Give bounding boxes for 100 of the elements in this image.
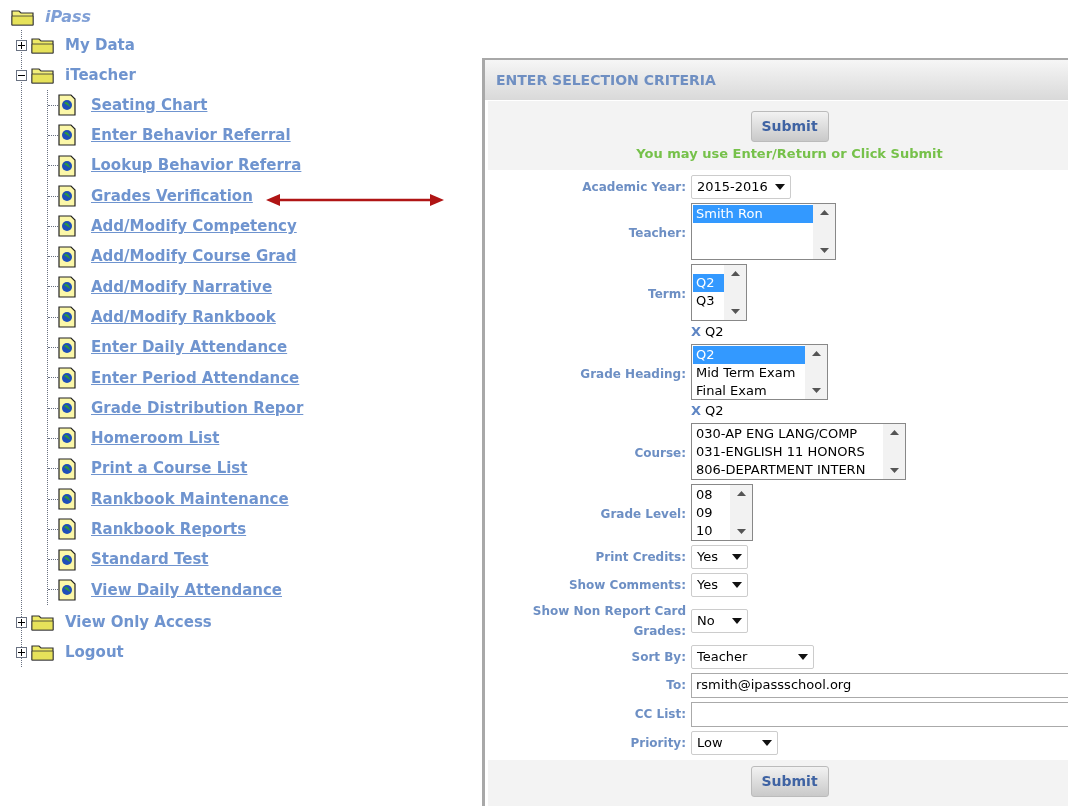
tree-folder-label[interactable]: View Only Access: [65, 610, 212, 634]
menu-link[interactable]: Lookup Behavior Referra: [91, 154, 302, 177]
globe-page-icon: [58, 336, 76, 359]
folder-icon: [11, 8, 35, 26]
menu-link[interactable]: Add/Modify Narrative: [91, 275, 273, 299]
list-box[interactable]: Smith Ron: [691, 202, 836, 260]
field-label: Sort By:: [630, 648, 686, 666]
text-input[interactable]: rsmith@ipassschool.org: [691, 672, 1068, 698]
caret-icon: [775, 183, 785, 190]
text-input[interactable]: [691, 701, 1068, 727]
dropdown[interactable]: Yes: [691, 572, 748, 597]
menu-link[interactable]: Seating Chart: [91, 93, 208, 117]
field-label: Course:: [633, 444, 686, 462]
list-option[interactable]: Q3: [693, 291, 724, 310]
dropdown[interactable]: 2015-2016: [691, 174, 791, 199]
globe-page-icon: [58, 306, 76, 329]
globe-page-icon: [58, 185, 76, 208]
dropdown[interactable]: No: [691, 608, 748, 633]
menu-link[interactable]: Rankbook Reports: [91, 518, 247, 541]
dropdown[interactable]: Teacher: [691, 644, 814, 669]
list-box[interactable]: Q2 Mid Term Exam Final Exam: [691, 343, 828, 400]
list-option[interactable]: Q2: [693, 273, 724, 292]
field-label: Grade Level:: [599, 505, 686, 523]
caret-icon: [732, 553, 742, 560]
list-option[interactable]: 806-DEPARTMENT INTERN: [693, 460, 883, 479]
menu-link[interactable]: Enter Behavior Referral: [91, 124, 291, 147]
globe-page-icon: [58, 245, 76, 268]
scroll-down-icon[interactable]: [889, 467, 899, 473]
scroll-up-icon[interactable]: [811, 350, 821, 356]
menu-link[interactable]: Rankbook Maintenance: [91, 487, 289, 511]
selected-term-label: Q2: [705, 322, 724, 341]
field-label: Academic Year:: [581, 178, 686, 196]
globe-page-icon: [58, 215, 76, 238]
folder-icon: [31, 36, 55, 54]
expand-toggle[interactable]: [16, 39, 27, 51]
globe-page-icon: [58, 275, 76, 298]
field-label: To:: [665, 677, 686, 694]
globe-page-icon: [58, 397, 76, 420]
menu-link[interactable]: Enter Period Attendance: [91, 366, 300, 390]
globe-page-icon: [58, 124, 76, 147]
list-option[interactable]: 10: [693, 521, 730, 540]
tree-folder-label[interactable]: iTeacher: [65, 63, 136, 87]
scroll-down-icon[interactable]: [736, 528, 746, 534]
remove-link[interactable]: X: [691, 321, 702, 342]
menu-link[interactable]: Print a Course List: [91, 457, 248, 480]
dropdown[interactable]: Low: [691, 730, 778, 755]
globe-page-icon: [58, 518, 76, 541]
globe-page-icon: [58, 94, 76, 117]
list-option[interactable]: Q2: [693, 345, 805, 364]
list-option[interactable]: Smith Ron: [693, 204, 813, 223]
folder-icon: [31, 643, 55, 662]
tree-folder-label[interactable]: My Data: [65, 33, 135, 57]
list-option[interactable]: Mid Term Exam: [693, 363, 805, 382]
menu-link[interactable]: Add/Modify Rankbook: [91, 305, 276, 329]
submit-button[interactable]: Submit: [750, 765, 829, 797]
tree-folder-label[interactable]: Logout: [65, 640, 124, 664]
menu-link[interactable]: View Daily Attendance: [91, 578, 282, 602]
expand-toggle[interactable]: [16, 616, 27, 628]
list-box[interactable]: Q2 Q3: [691, 263, 747, 321]
scroll-up-icon[interactable]: [819, 209, 829, 215]
caret-icon: [798, 653, 808, 660]
caret-icon: [732, 581, 742, 588]
list-option[interactable]: 031-ENGLISH 11 HONORS: [693, 442, 883, 461]
scroll-down-icon[interactable]: [811, 387, 821, 393]
field-label: Print Credits:: [594, 548, 686, 566]
scroll-up-icon[interactable]: [736, 490, 746, 496]
list-box[interactable]: 08 09 10: [691, 483, 753, 541]
menu-link[interactable]: Add/Modify Competency: [91, 215, 297, 238]
dropdown[interactable]: Yes: [691, 544, 748, 569]
list-option[interactable]: 09: [693, 503, 730, 522]
list-box[interactable]: 030-AP ENG LANG/COMP 031-ENGLISH 11 HONORS 806-DEPARTMENT INTERN: [691, 422, 906, 480]
menu-link[interactable]: Add/Modify Course Grad: [91, 245, 297, 268]
scroll-up-icon[interactable]: [889, 429, 899, 435]
menu-link[interactable]: Standard Test: [91, 548, 209, 571]
collapse-toggle[interactable]: [16, 69, 27, 81]
scroll-up-icon[interactable]: [730, 270, 740, 276]
menu-link[interactable]: Grades Verification: [91, 184, 253, 208]
remove-link[interactable]: X: [691, 400, 702, 421]
tree-root-label[interactable]: iPass: [45, 5, 92, 29]
submit-button[interactable]: Submit: [750, 111, 829, 142]
field-label: Teacher:: [627, 224, 686, 242]
menu-link[interactable]: Homeroom List: [91, 427, 220, 450]
scroll-down-icon[interactable]: [730, 308, 740, 314]
globe-page-icon: [58, 427, 76, 450]
menu-link[interactable]: Grade Distribution Repor: [91, 396, 304, 420]
globe-page-icon: [58, 548, 76, 571]
list-option[interactable]: 030-AP ENG LANG/COMP: [693, 424, 883, 443]
caret-icon: [732, 617, 742, 624]
scroll-down-icon[interactable]: [819, 247, 829, 253]
menu-link[interactable]: Enter Daily Attendance: [91, 336, 288, 359]
panel-title: ENTER SELECTION CRITERIA: [496, 70, 716, 90]
field-label: Term:: [647, 285, 686, 303]
folder-icon: [31, 66, 55, 84]
list-option[interactable]: 08: [693, 485, 730, 504]
selected-term-label: Q2: [705, 401, 724, 420]
expand-toggle[interactable]: [16, 646, 27, 658]
list-option[interactable]: Final Exam: [693, 381, 805, 399]
field-label: CC List:: [633, 706, 686, 723]
globe-page-icon: [58, 578, 76, 601]
globe-page-icon: [58, 488, 76, 510]
